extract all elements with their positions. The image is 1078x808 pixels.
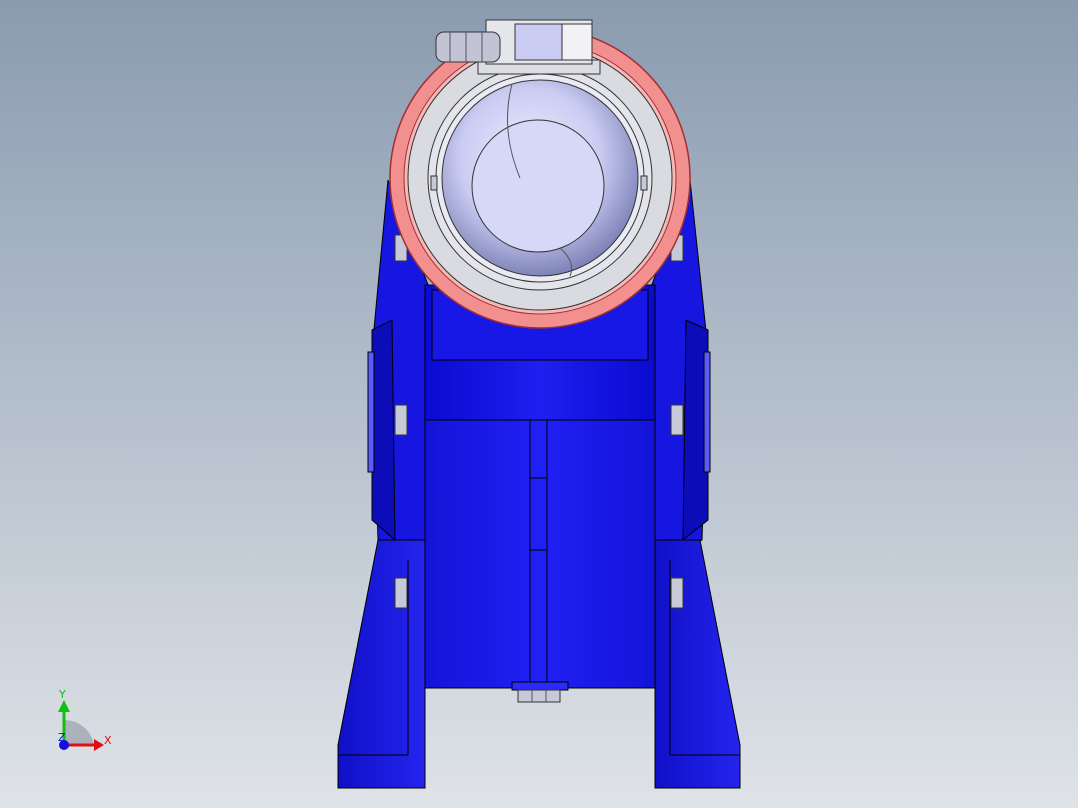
gear-motor-model[interactable]: Y X Z xyxy=(0,0,1078,808)
cable-gland xyxy=(435,31,501,63)
y-axis-label: Y xyxy=(58,688,66,701)
drain-plug xyxy=(511,681,569,703)
coordinate-triad: Y X Z xyxy=(58,688,112,751)
left-foot xyxy=(337,539,426,789)
cad-viewport[interactable]: Y X Z xyxy=(0,0,1078,808)
lower-drum xyxy=(424,419,656,689)
z-axis-label: Z xyxy=(58,731,66,744)
right-foot xyxy=(654,539,741,789)
x-axis-label: X xyxy=(104,734,112,747)
